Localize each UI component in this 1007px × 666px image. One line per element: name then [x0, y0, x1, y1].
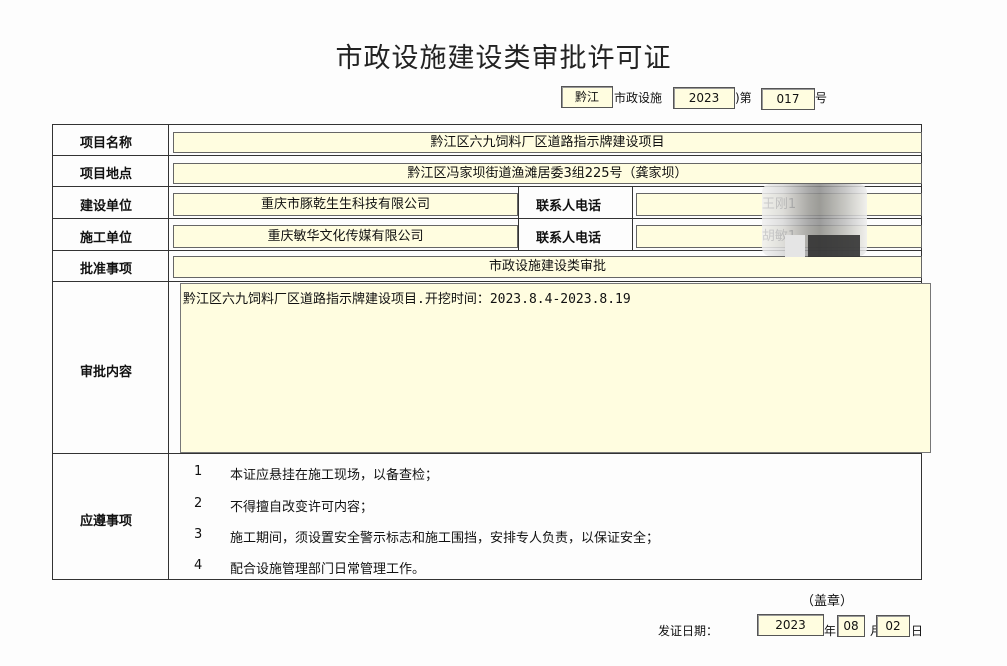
- project-location-field[interactable]: 黔江区冯家坝街道渔滩居委3组225号（龚家坝）: [173, 163, 922, 184]
- document-title: 市政设施建设类审批许可证: [335, 43, 672, 74]
- constructor-field[interactable]: 重庆敏华文化传媒有限公司: [173, 225, 518, 248]
- note-number-4: 4: [194, 558, 203, 573]
- number-text-1: 市政设施: [614, 91, 663, 105]
- approval-item-field[interactable]: 市政设施建设类审批: [173, 256, 922, 278]
- builder-label: 建设单位: [80, 199, 133, 214]
- constructor-label: 施工单位: [80, 231, 133, 246]
- seal-text: （盖章）: [801, 594, 854, 609]
- redaction-blur-light: [785, 235, 805, 257]
- note-text-4: 配合设施管理部门日常管理工作。: [230, 562, 426, 577]
- city-field[interactable]: 黔江: [561, 86, 613, 108]
- number-field[interactable]: 017: [761, 88, 815, 110]
- year-field[interactable]: 2023: [673, 87, 735, 109]
- number-text-3: 号: [815, 91, 828, 105]
- approval-content-label: 审批内容: [80, 365, 133, 380]
- note-number-3: 3: [194, 527, 203, 542]
- approval-item-label: 批准事项: [80, 262, 133, 277]
- notes-label: 应遵事项: [80, 514, 133, 529]
- issue-date-label: 发证日期：: [658, 624, 719, 638]
- project-location-label: 项目地点: [80, 167, 133, 182]
- builder-field[interactable]: 重庆市豚乾生生科技有限公司: [173, 193, 518, 216]
- note-number-2: 2: [194, 496, 203, 511]
- note-number-1: 1: [194, 464, 203, 479]
- number-text-2: )第: [735, 91, 752, 105]
- year-unit: 年: [824, 624, 837, 638]
- builder-contact-label: 联系人电话: [536, 199, 602, 214]
- issue-day-field[interactable]: 02: [876, 615, 910, 637]
- note-text-1: 本证应悬挂在施工现场，以备查检；: [230, 468, 439, 483]
- issue-year-field[interactable]: 2023: [757, 614, 824, 636]
- constructor-contact-label: 联系人电话: [536, 231, 602, 246]
- project-name-label: 项目名称: [80, 136, 133, 151]
- redaction-blur-dark: [808, 235, 860, 257]
- note-text-3: 施工期间，须设置安全警示标志和施工围挡，安排专人负责，以保证安全；: [230, 531, 660, 546]
- approval-content-field[interactable]: 黔江区六九饲料厂区道路指示牌建设项目.开挖时间：2023.8.4-2023.8.…: [180, 283, 931, 453]
- issue-month-field[interactable]: 08: [837, 615, 865, 637]
- day-unit: 日: [911, 624, 924, 638]
- note-text-2: 不得擅自改变许可内容；: [230, 500, 374, 515]
- project-name-field[interactable]: 黔江区六九饲料厂区道路指示牌建设项目: [173, 132, 922, 153]
